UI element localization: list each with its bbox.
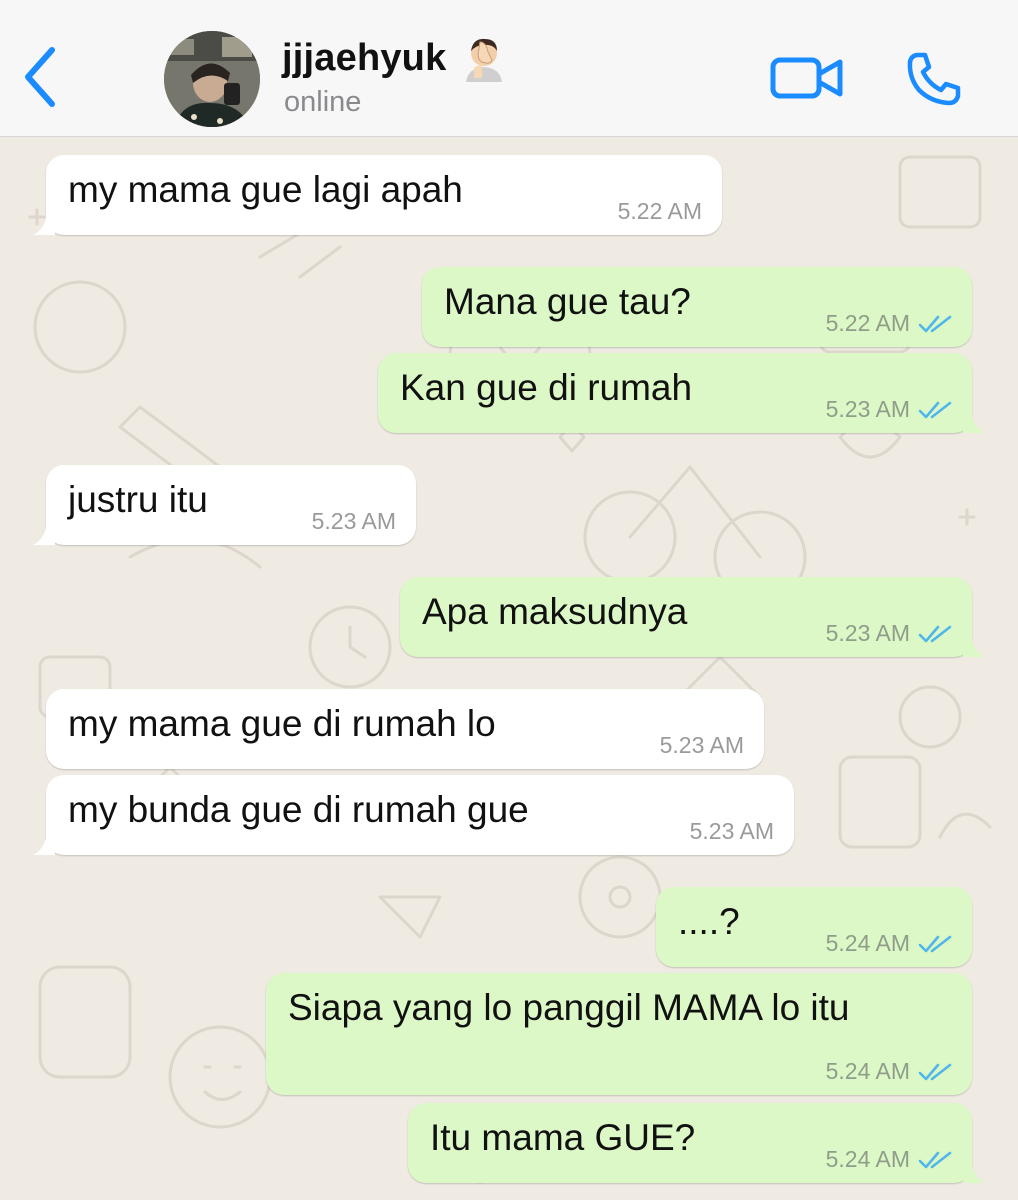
message-bubble-outgoing[interactable]: Apa maksudnya 5.23 AM xyxy=(400,577,985,657)
message-bubble-outgoing[interactable]: Mana gue tau? 5.22 AM xyxy=(422,267,972,347)
message-meta: 5.23 AM xyxy=(826,396,952,423)
contact-name: jjjaehyuk xyxy=(282,36,447,79)
read-receipt-double-check-icon xyxy=(918,1151,952,1168)
message-text: my mama gue lagi apah xyxy=(68,169,463,210)
avatar[interactable] xyxy=(164,31,260,127)
message-meta: 5.22 AM xyxy=(826,310,952,337)
contact-name-row[interactable]: jjjaehyuk xyxy=(282,34,508,82)
message-time: 5.24 AM xyxy=(825,1058,910,1084)
video-call-icon[interactable] xyxy=(770,54,844,102)
message-bubble-incoming[interactable]: justru itu 5.23 AM xyxy=(33,465,416,545)
message-bubble-outgoing[interactable]: Kan gue di rumah 5.23 AM xyxy=(378,353,985,433)
message-bubble-outgoing[interactable]: Siapa yang lo panggil MAMA lo itu 5.24 A… xyxy=(266,973,972,1095)
message-text: ....? xyxy=(678,901,740,942)
message-text: Mana gue tau? xyxy=(444,281,691,322)
message-meta: 5.24 AM xyxy=(826,930,952,957)
message-meta: 5.23 AM xyxy=(312,508,396,535)
message-text: my bunda gue di rumah gue xyxy=(68,789,529,830)
message-time: 5.24 AM xyxy=(825,1146,910,1172)
bubble-tail xyxy=(33,829,55,855)
facepalm-emoji-icon xyxy=(466,38,503,82)
message-time: 5.22 AM xyxy=(825,310,910,336)
read-receipt-double-check-icon xyxy=(918,625,952,642)
contact-status: online xyxy=(284,86,362,118)
message-bubble-incoming[interactable]: my mama gue di rumah lo 5.23 AM xyxy=(46,689,764,769)
message-time: 5.23 AM xyxy=(659,732,744,758)
bubble-tail xyxy=(33,209,55,235)
message-meta: 5.23 AM xyxy=(826,620,952,647)
chat-area[interactable]: my mama gue lagi apah 5.22 AM Mana gue t… xyxy=(0,137,1018,1200)
message-meta: 5.24 AM xyxy=(826,1058,952,1085)
message-bubble-incoming[interactable]: my mama gue lagi apah 5.22 AM xyxy=(33,155,722,235)
message-time: 5.22 AM xyxy=(617,198,702,224)
back-chevron-icon[interactable] xyxy=(20,44,60,110)
message-text: Apa maksudnya xyxy=(422,591,688,632)
read-receipt-double-check-icon xyxy=(918,401,952,418)
message-meta: 5.23 AM xyxy=(660,732,744,759)
avatar-photo xyxy=(164,31,260,127)
read-receipt-double-check-icon xyxy=(918,1063,952,1080)
message-bubble-incoming[interactable]: my bunda gue di rumah gue 5.23 AM xyxy=(33,775,794,855)
bubble-tail xyxy=(963,631,985,657)
message-time: 5.24 AM xyxy=(825,930,910,956)
bubble-tail xyxy=(963,1157,985,1183)
message-bubble-outgoing[interactable]: ....? 5.24 AM xyxy=(656,887,972,967)
message-text: my mama gue di rumah lo xyxy=(68,703,496,744)
message-time: 5.23 AM xyxy=(689,818,774,844)
message-time: 5.23 AM xyxy=(825,396,910,422)
message-text: Kan gue di rumah xyxy=(400,367,693,408)
bubble-tail xyxy=(33,519,55,545)
message-text: Siapa yang lo panggil MAMA lo itu xyxy=(288,987,850,1028)
message-meta: 5.22 AM xyxy=(618,198,702,225)
message-bubble-outgoing[interactable]: Itu mama GUE? 5.24 AM xyxy=(408,1103,985,1183)
message-meta: 5.23 AM xyxy=(690,818,774,845)
read-receipt-double-check-icon xyxy=(918,935,952,952)
message-meta: 5.24 AM xyxy=(826,1146,952,1173)
read-receipt-double-check-icon xyxy=(918,315,952,332)
bubble-tail xyxy=(963,407,985,433)
message-time: 5.23 AM xyxy=(311,508,396,534)
message-text: justru itu xyxy=(68,479,208,520)
message-time: 5.23 AM xyxy=(825,620,910,646)
phone-call-icon[interactable] xyxy=(905,50,963,108)
chat-header: jjjaehyuk online xyxy=(0,0,1018,137)
message-text: Itu mama GUE? xyxy=(430,1117,696,1158)
